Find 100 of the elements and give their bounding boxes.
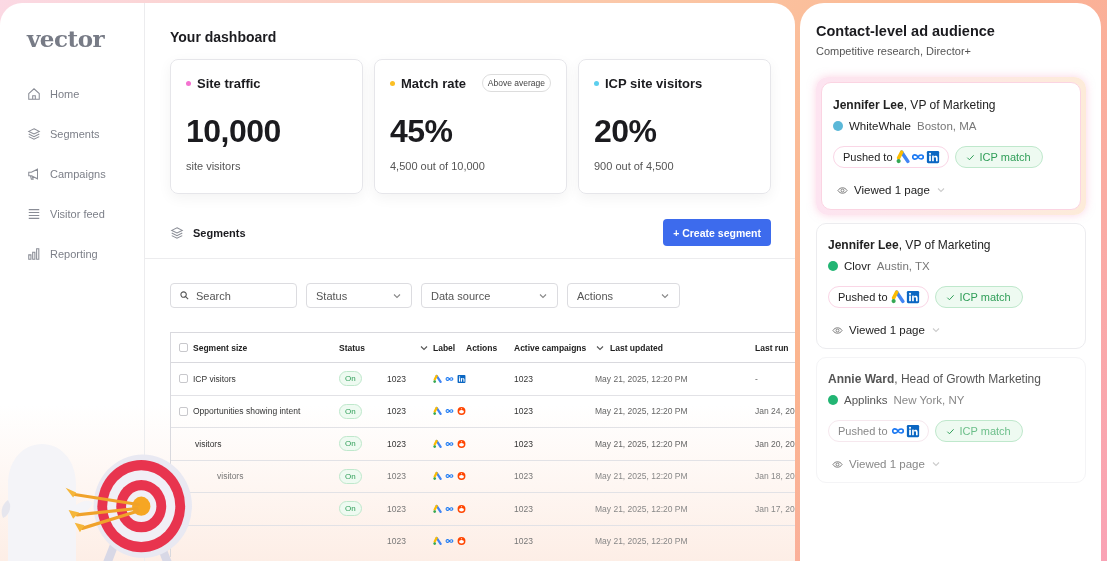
table-cell: 1023 xyxy=(514,406,533,417)
sidebar-item[interactable]: Home xyxy=(27,74,127,114)
company-name: WhiteWhale xyxy=(849,120,911,132)
status-badge: On xyxy=(339,371,362,387)
contact-card[interactable]: Jennifer Lee, VP of Marketing Clovr Austin, TX Pushed to ICP match Viewed 1 page xyxy=(816,223,1086,349)
table-cell: 1023 xyxy=(387,471,406,482)
table-cell: 1023 xyxy=(514,471,533,482)
column-header: Last updated xyxy=(610,342,663,353)
viewed-dropdown[interactable]: Viewed 1 page xyxy=(833,176,957,196)
in-logo-icon xyxy=(925,150,940,164)
table-cell: May 21, 2025, 12:20 PM xyxy=(595,406,688,417)
table-cell: 1023 xyxy=(514,503,533,514)
table-cell: 1023 xyxy=(387,438,406,449)
panel-title: Contact-level ad audience xyxy=(816,23,995,39)
check-icon xyxy=(945,426,955,436)
logo: vector xyxy=(27,25,105,52)
company-name: Clovr xyxy=(844,260,871,272)
table-cell: Jan 17, 20 xyxy=(755,503,795,514)
table-cell: May 21, 2025, 12:20 PM xyxy=(595,503,688,514)
caret-icon xyxy=(930,459,941,469)
stat-value: 10,000 xyxy=(186,113,282,150)
icp-badge: ICP match xyxy=(934,286,1023,308)
table-cell: visitors xyxy=(217,471,244,482)
in-logo-icon xyxy=(905,290,920,304)
in-logo-icon xyxy=(905,424,920,438)
status-badge: On xyxy=(339,436,362,452)
icp-badge: ICP match xyxy=(934,420,1023,442)
contact-name: Jennifer Lee, VP of Marketing xyxy=(828,238,992,252)
panel-subtitle: Competitive research, Director+ xyxy=(816,45,971,57)
table-cell: Jan 18, 20 xyxy=(755,471,795,482)
filter-dropdown[interactable]: Data source xyxy=(421,283,558,308)
location: New York, NY xyxy=(893,394,965,406)
contact-name: Annie Ward, Head of Growth Marketing xyxy=(828,372,1042,386)
sidebar-item[interactable]: Reporting xyxy=(27,234,127,274)
column-header: Status xyxy=(339,342,365,353)
stat-title: ICP site visitors xyxy=(605,75,703,91)
table-cell: May 21, 2025, 12:20 PM xyxy=(595,438,688,449)
stat-title: Site traffic xyxy=(197,75,261,91)
column-header: Label xyxy=(433,342,456,353)
table-cell: 1023 xyxy=(514,438,533,449)
checkbox[interactable] xyxy=(179,374,188,384)
table-cell: May 21, 2025, 12:20 PM xyxy=(595,536,688,547)
create-segment-button[interactable]: + Create segment xyxy=(663,219,771,246)
status-badge: On xyxy=(339,403,362,419)
column-header: Segment size xyxy=(193,342,248,353)
viewed-dropdown[interactable]: Viewed 1 page xyxy=(828,450,952,470)
sidebar-item[interactable]: Segments xyxy=(27,114,127,154)
column-header: Active campaigns xyxy=(514,342,587,353)
eye-icon xyxy=(832,458,843,470)
column-header: Actions xyxy=(466,342,498,353)
bar-chart-icon xyxy=(27,247,41,261)
table-cell: Jan 20, 20 xyxy=(755,438,795,449)
contact-card[interactable]: Annie Ward, Head of Growth Marketing Applinks New York, NY Pushed to ICP match Viewed 1 page xyxy=(816,357,1086,483)
filter-dropdown[interactable]: Actions xyxy=(567,283,680,308)
table-cell: 1023 xyxy=(514,373,533,384)
stat-value: 20% xyxy=(594,113,658,150)
list-icon xyxy=(27,207,41,221)
eye-icon xyxy=(837,184,848,196)
status-badge: On xyxy=(339,468,362,484)
eye-icon xyxy=(832,324,843,336)
checkbox[interactable] xyxy=(179,406,188,416)
table-cell: 1023 xyxy=(514,536,533,547)
location: Austin, TX xyxy=(876,260,930,272)
search-icon xyxy=(180,291,189,300)
check-icon xyxy=(965,152,975,162)
table-cell: - xyxy=(755,373,758,384)
checkbox[interactable] xyxy=(179,343,188,352)
stat-caption: 4,500 out of 10,000 xyxy=(390,160,486,172)
stat-value: 45% xyxy=(390,113,454,150)
a-logo-icon xyxy=(895,150,910,164)
sidebar-item[interactable]: Visitor feed xyxy=(27,194,127,234)
layers-icon xyxy=(27,127,41,141)
home-icon xyxy=(27,87,41,101)
viewed-dropdown[interactable]: Viewed 1 page xyxy=(828,316,952,336)
section-title: Segments xyxy=(193,226,246,239)
filter-dropdown[interactable]: Status xyxy=(306,283,412,308)
caret-icon xyxy=(930,325,941,335)
layers-icon xyxy=(170,225,184,240)
table-cell: May 21, 2025, 12:20 PM xyxy=(595,373,688,384)
table-cell: 1023 xyxy=(387,406,406,417)
stat-title: Match rate xyxy=(401,75,467,91)
a-logo-icon xyxy=(890,290,905,304)
sidebar-item[interactable]: Campaigns xyxy=(27,154,127,194)
table-cell: 1023 xyxy=(387,373,406,384)
table-cell: Opportunities showing intent xyxy=(193,406,301,417)
location: Boston, MA xyxy=(917,120,977,132)
table-cell: May 21, 2025, 12:20 PM xyxy=(595,471,688,482)
icp-badge: ICP match xyxy=(954,146,1043,168)
status-badge: On xyxy=(339,501,362,517)
stat-caption: site visitors xyxy=(186,160,242,172)
company-name: Applinks xyxy=(844,394,888,406)
check-icon xyxy=(945,292,955,302)
contact-name: Jennifer Lee, VP of Marketing xyxy=(833,98,997,112)
table-cell: ICP visitors xyxy=(193,373,236,384)
contact-card[interactable]: Jennifer Lee, VP of Marketing WhiteWhale Boston, MA Pushed to ICP match Viewed 1 page xyxy=(821,82,1081,210)
search-field[interactable]: Search xyxy=(170,283,297,308)
table-cell: Jan 24, 20 xyxy=(755,406,795,417)
table-cell: visitors xyxy=(195,438,222,449)
table-cell: 1023 xyxy=(387,503,406,514)
megaphone-icon xyxy=(27,167,41,181)
